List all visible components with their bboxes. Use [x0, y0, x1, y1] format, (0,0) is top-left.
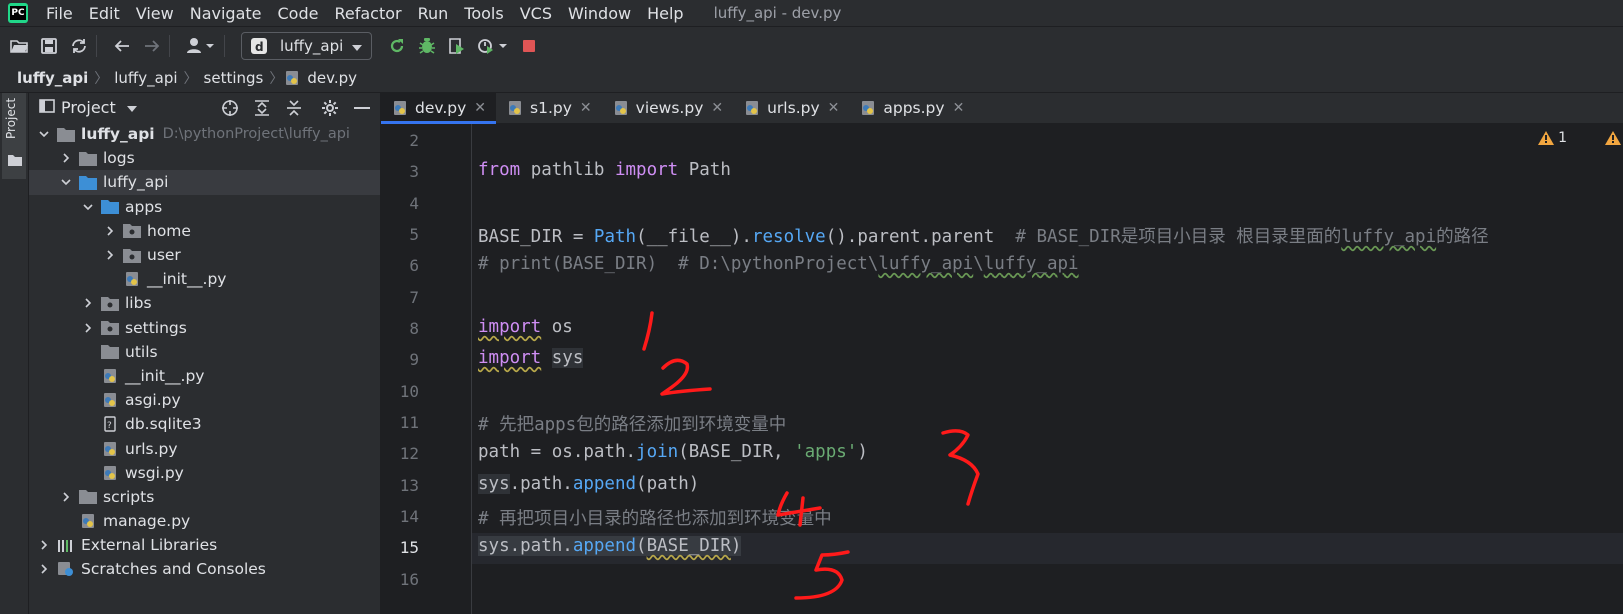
- handwritten-annotations: [642, 311, 980, 600]
- annotation-two: [660, 358, 712, 396]
- annotation-four: [776, 491, 822, 527]
- annotation-three: [941, 429, 980, 506]
- annotation-one: [642, 311, 654, 351]
- annotation-five: [794, 550, 850, 600]
